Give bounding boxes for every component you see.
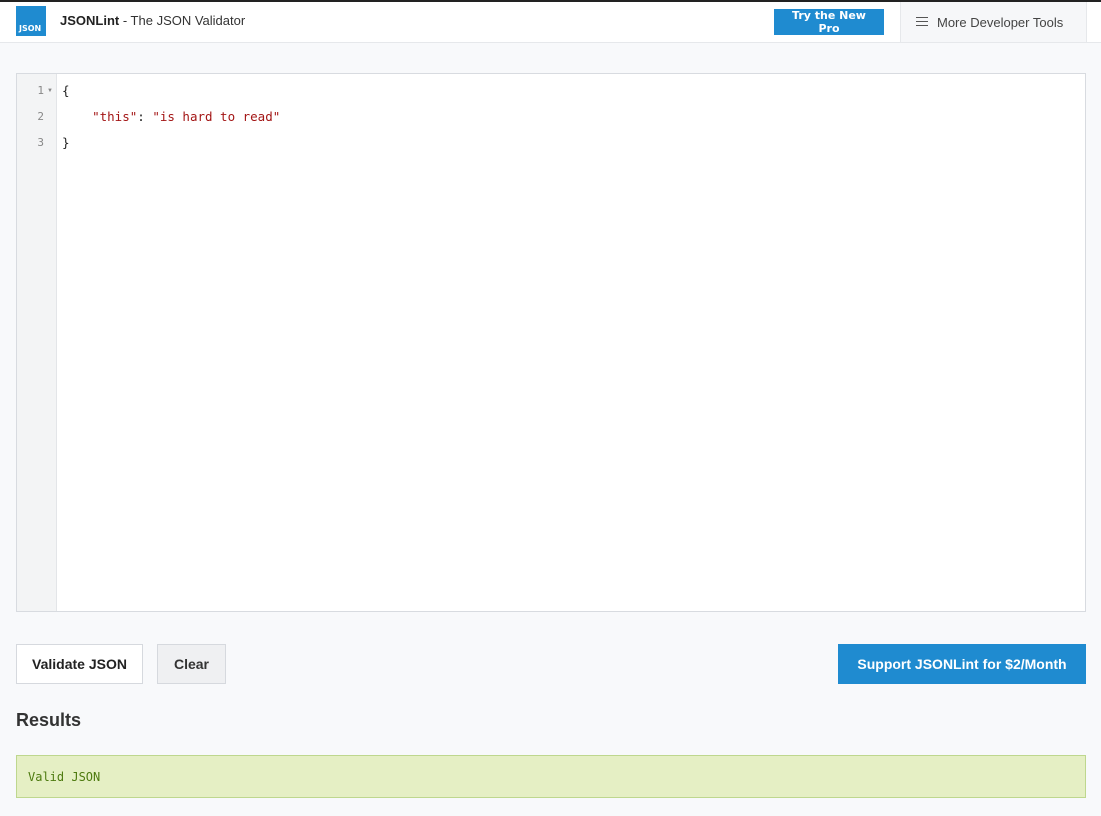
code-line: } xyxy=(62,135,70,150)
results-heading: Results xyxy=(16,710,82,730)
open-brace: { xyxy=(62,83,70,98)
line-number-gutter: 1 ▼ 2 3 xyxy=(17,74,57,611)
brand-suffix: - The JSON Validator xyxy=(119,13,246,28)
key-value-separator: : xyxy=(137,109,153,124)
more-developer-tools-label: More Developer Tools xyxy=(937,14,1064,30)
code-line: "this": "is hard to read" xyxy=(62,109,280,124)
json-key: "this" xyxy=(92,109,138,124)
line-number: 2 xyxy=(37,110,44,123)
fold-arrow-icon[interactable]: ▼ xyxy=(47,88,53,94)
site-title: JSONLint - The JSON Validator xyxy=(60,13,245,28)
try-new-pro-button[interactable]: Try the New Pro xyxy=(774,9,884,35)
line-number: 1 xyxy=(37,84,44,97)
clear-button[interactable]: Clear xyxy=(157,644,226,684)
brand-name: JSONLint xyxy=(60,13,120,28)
result-message: Valid JSON xyxy=(28,769,101,784)
line-number: 3 xyxy=(37,136,44,149)
top-header: JSON JSONLint - The JSON Validator Try t… xyxy=(0,2,1101,43)
json-editor[interactable]: 1 ▼ 2 3 { "this": "is hard to read" } xyxy=(16,73,1086,612)
result-message-box: Valid JSON xyxy=(16,755,1086,798)
close-brace: } xyxy=(62,135,70,150)
more-developer-tools-menu[interactable]: More Developer Tools xyxy=(900,2,1087,42)
hamburger-menu-icon xyxy=(916,17,928,27)
validate-json-button[interactable]: Validate JSON xyxy=(16,644,143,684)
code-line: { xyxy=(62,83,70,98)
support-jsonlint-button[interactable]: Support JSONLint for $2/Month xyxy=(838,644,1086,684)
jsonlint-logo[interactable]: JSON xyxy=(16,6,46,36)
json-value: "is hard to read" xyxy=(152,109,281,124)
logo-text: JSON xyxy=(19,24,42,33)
